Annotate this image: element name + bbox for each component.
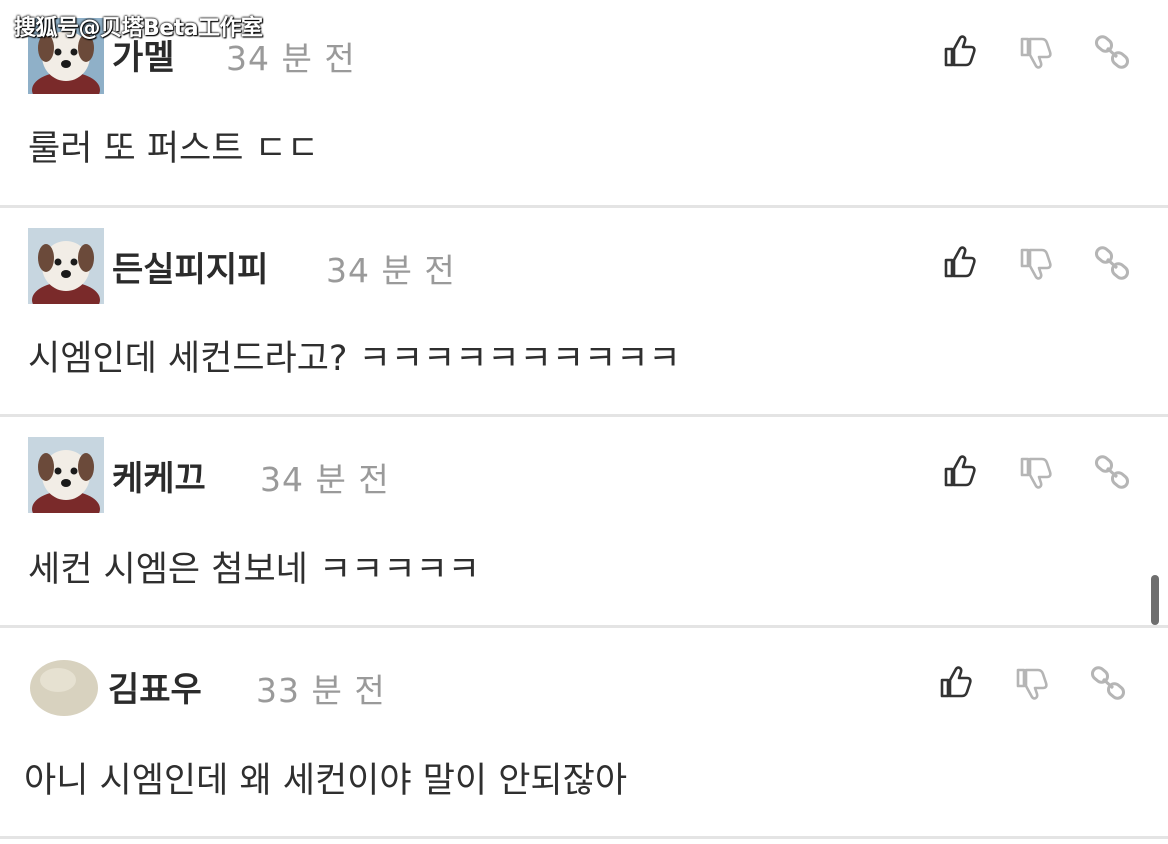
comment-item: 든실피지피 34 분 전 시엠인데 세컨드라고? ㅋㅋㅋㅋㅋㅋㅋㅋㅋㅋ xyxy=(0,208,1168,414)
copy-link-button[interactable] xyxy=(1092,452,1132,492)
dislike-button[interactable] xyxy=(1016,453,1056,493)
watermark: 搜狐号@贝塔Beta工作室 xyxy=(14,16,263,41)
copy-link-button[interactable] xyxy=(1092,32,1132,72)
like-button[interactable] xyxy=(940,451,980,491)
thumbs-down-icon xyxy=(1020,37,1052,69)
comment-username[interactable]: 케케끄 xyxy=(112,451,206,500)
thumbs-down-icon xyxy=(1016,668,1048,700)
dislike-button[interactable] xyxy=(1016,244,1056,284)
thumbs-up-icon xyxy=(944,455,976,487)
dislike-button[interactable] xyxy=(1012,664,1052,704)
like-button[interactable] xyxy=(940,31,980,71)
blob-avatar-icon xyxy=(26,648,102,724)
dog-avatar-icon xyxy=(28,228,104,304)
divider xyxy=(0,836,1168,839)
comment-time: 34 분 전 xyxy=(260,460,390,499)
thumbs-up-icon xyxy=(944,35,976,67)
copy-link-button[interactable] xyxy=(1092,243,1132,283)
scrollbar-thumb[interactable] xyxy=(1151,575,1159,625)
comment-item: 김표우 33 분 전 아니 시엠인데 왜 세컨이야 말이 안되잖아 xyxy=(0,628,1168,836)
dislike-button[interactable] xyxy=(1016,33,1056,73)
comment-text: 세컨 시엠은 첨보네 ㅋㅋㅋㅋㅋ xyxy=(28,550,480,590)
link-icon xyxy=(1094,246,1130,280)
link-icon xyxy=(1094,35,1130,69)
user-avatar[interactable] xyxy=(28,437,104,513)
link-icon xyxy=(1090,666,1126,700)
like-button[interactable] xyxy=(936,662,976,702)
comment-time: 33 분 전 xyxy=(256,671,386,710)
comment-username[interactable]: 김표우 xyxy=(108,662,202,711)
thumbs-up-icon xyxy=(940,666,972,698)
thumbs-down-icon xyxy=(1020,457,1052,489)
comment-text: 아니 시엠인데 왜 세컨이야 말이 안되잖아 xyxy=(24,761,628,801)
comment-text: 시엠인데 세컨드라고? ㅋㅋㅋㅋㅋㅋㅋㅋㅋㅋ xyxy=(28,339,681,379)
user-avatar[interactable] xyxy=(28,228,104,304)
user-avatar[interactable] xyxy=(26,648,102,724)
link-icon xyxy=(1094,455,1130,489)
copy-link-button[interactable] xyxy=(1088,663,1128,703)
comment-feed: 搜狐号@贝塔Beta工作室 가멜 34 분 전 룰러 또 퍼스트 ㄷㄷ 든실피지… xyxy=(0,0,1168,844)
comment-item: 케케끄 34 분 전 세컨 시엠은 첨보네 ㅋㅋㅋㅋㅋ xyxy=(0,417,1168,625)
dog-avatar-icon xyxy=(28,437,104,513)
comment-username[interactable]: 든실피지피 xyxy=(112,242,268,291)
thumbs-up-icon xyxy=(944,246,976,278)
thumbs-down-icon xyxy=(1020,248,1052,280)
comment-time: 34 분 전 xyxy=(326,251,456,290)
comment-text: 룰러 또 퍼스트 ㄷㄷ xyxy=(28,129,319,169)
like-button[interactable] xyxy=(940,242,980,282)
